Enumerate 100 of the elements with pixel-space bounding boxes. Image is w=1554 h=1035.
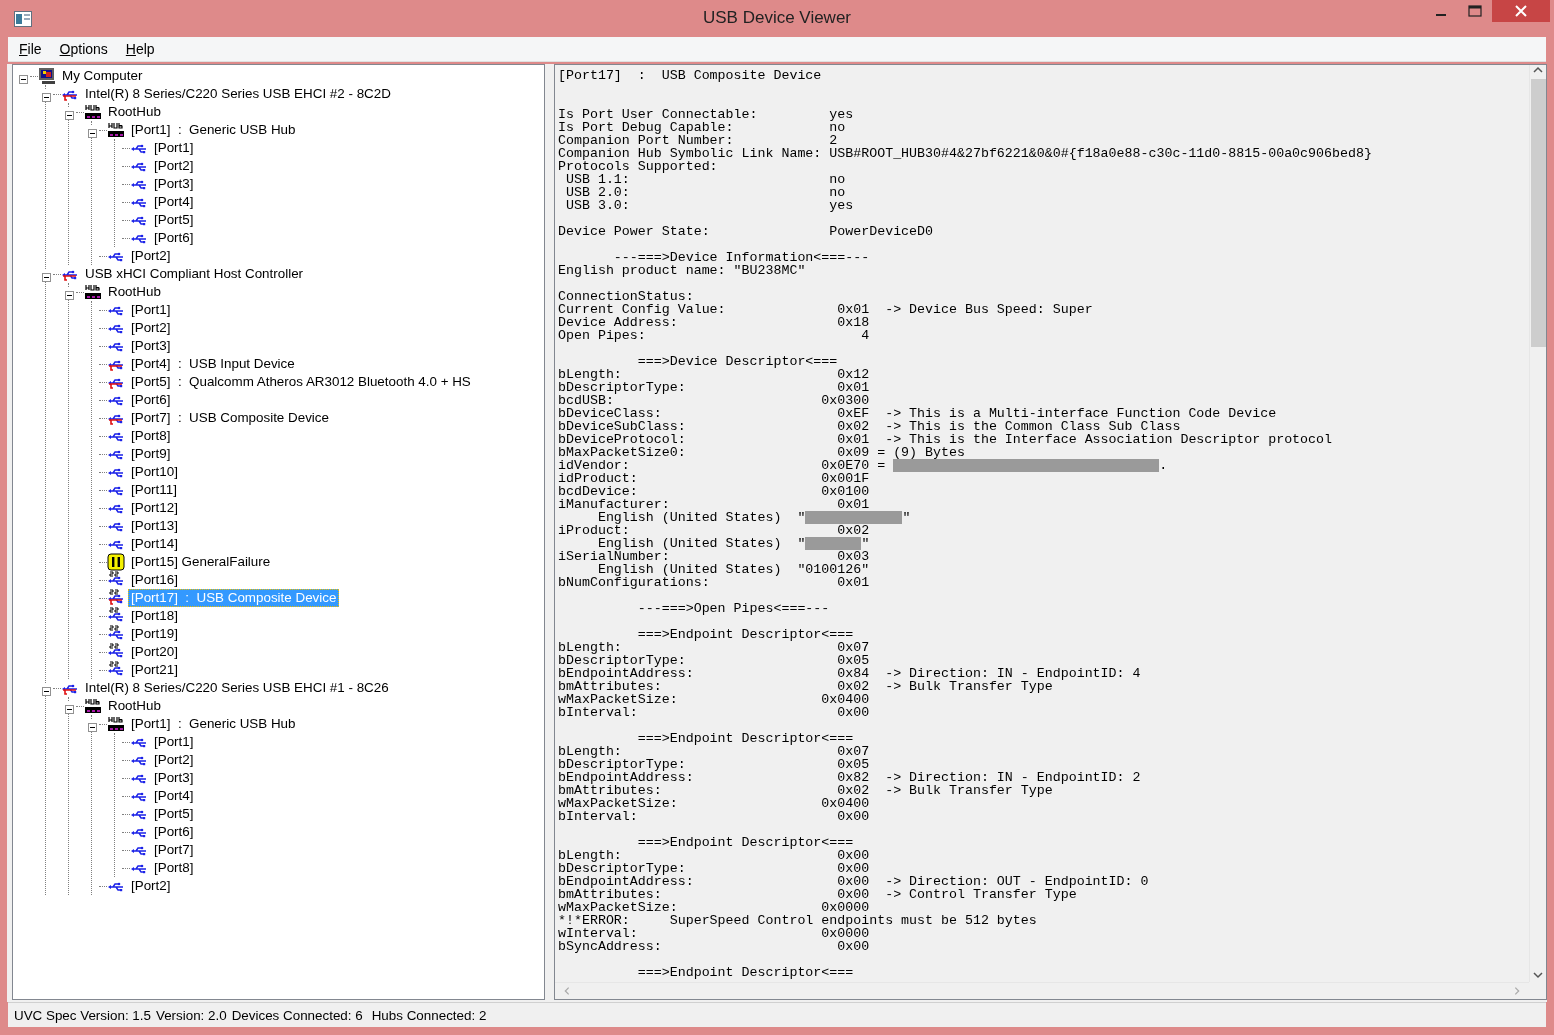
- tree-item[interactable]: [Port7] : USB Composite Device: [128, 409, 332, 427]
- report-line: iProduct: 0x02: [558, 524, 871, 537]
- report-line: English (United States) "0100126": [597, 563, 871, 576]
- tree-item[interactable]: [Port4]: [151, 787, 197, 805]
- collapse-button[interactable]: [64, 701, 74, 711]
- tree-item[interactable]: [Port19]: [128, 625, 181, 643]
- report-line: bLength: 0x00: [558, 849, 871, 862]
- tree-item[interactable]: [Port1]: [151, 139, 197, 157]
- tree-item[interactable]: [Port6]: [151, 823, 197, 841]
- tree-item[interactable]: [Port6]: [151, 229, 197, 247]
- close-button[interactable]: [1492, 0, 1550, 22]
- report-line: Protocols Supported:: [558, 160, 718, 173]
- tree-item[interactable]: RootHub: [105, 103, 164, 121]
- collapse-button[interactable]: [41, 269, 51, 279]
- tree-item[interactable]: [Port4]: [151, 193, 197, 211]
- tree-item[interactable]: [Port3]: [128, 337, 174, 355]
- collapse-button[interactable]: [87, 125, 97, 135]
- report-line: English (United States) " ": [597, 511, 912, 524]
- tree-item[interactable]: [Port2]: [128, 319, 174, 337]
- report-line: bDescriptorType: 0x01: [558, 381, 871, 394]
- status-text: Version: 2.0: [155, 1007, 227, 1023]
- tree-item[interactable]: RootHub: [105, 697, 164, 715]
- hub-icon: [107, 715, 125, 733]
- tree-item[interactable]: [Port5]: [151, 805, 197, 823]
- tree-item[interactable]: [Port14]: [128, 535, 181, 553]
- tree-item[interactable]: [Port3]: [151, 769, 197, 787]
- tree-item[interactable]: [Port11]: [128, 481, 180, 499]
- tree-item[interactable]: USB xHCI Compliant Host Controller: [82, 265, 307, 283]
- report-line: bEndpointAddress: 0x84 -> Direction: IN - EndpointID: 4: [558, 667, 1142, 680]
- vertical-scrollbar[interactable]: [1529, 65, 1546, 982]
- tree-item[interactable]: [Port12]: [128, 499, 181, 517]
- tree-item[interactable]: [Port1] : Generic USB Hub: [128, 121, 299, 139]
- tree-item[interactable]: [Port10]: [128, 463, 181, 481]
- report-line: bInterval: 0x00: [558, 810, 871, 823]
- report-line: bDescriptorType: 0x05: [558, 758, 871, 771]
- tree-item[interactable]: [Port9]: [128, 445, 174, 463]
- tree-item[interactable]: [Port4] : USB Input Device: [128, 355, 298, 373]
- report-line: Device Address: 0x18: [558, 316, 871, 329]
- tree-item[interactable]: [Port2]: [128, 247, 174, 265]
- report-line: bcdUSB: 0x0300: [558, 394, 871, 407]
- tree-item[interactable]: [Port20]: [128, 643, 181, 661]
- tree-item[interactable]: [Port1]: [128, 301, 174, 319]
- collapse-button[interactable]: [41, 683, 51, 693]
- report-line: bEndpointAddress: 0x00 -> Direction: OUT - EndpointID: 0: [558, 875, 1150, 888]
- app-icon: [14, 10, 32, 27]
- report-line: English (United States) " ": [597, 537, 871, 550]
- report-line: USB 2.0: no: [564, 186, 847, 199]
- report-line: English product name: "BU238MC": [558, 264, 807, 277]
- tree-item[interactable]: [Port8]: [128, 427, 174, 445]
- tree-item[interactable]: [Port18]: [128, 607, 181, 625]
- report-line: Companion Hub Symbolic Link Name: USB#ROOT_HUB30#4&27bf6221&0&0#{f18a0e88-c30c-11d0-8815-00a0c906bed8}: [558, 147, 1373, 160]
- report-line: wMaxPacketSize: 0x0000: [558, 901, 871, 914]
- close-icon: [1515, 5, 1527, 17]
- report-line: bSyncAddress: 0x00: [558, 940, 871, 953]
- report-line: bLength: 0x12: [558, 368, 871, 381]
- report-line: USB 3.0: yes: [564, 199, 855, 212]
- tree-item[interactable]: [Port7]: [151, 841, 197, 859]
- report-line: Current Config Value: 0x01 -> Device Bus Speed: Super: [558, 303, 1094, 316]
- tree-item[interactable]: [Port5] : Qualcomm Atheros AR3012 Bluetooth 4.0 + HS: [128, 373, 474, 391]
- hub-icon: [84, 103, 102, 121]
- tree-item[interactable]: [Port5]: [151, 211, 197, 229]
- tree-item[interactable]: [Port16]: [128, 571, 181, 589]
- tree-item[interactable]: Intel(R) 8 Series/C220 Series USB EHCI #2 - 8C2D: [82, 85, 394, 103]
- collapse-button[interactable]: [64, 287, 74, 297]
- collapse-button[interactable]: [87, 719, 97, 729]
- tree-item[interactable]: Intel(R) 8 Series/C220 Series USB EHCI #1 - 8C26: [82, 679, 392, 697]
- collapse-button[interactable]: [64, 107, 74, 117]
- tree-item[interactable]: RootHub: [105, 283, 164, 301]
- report-line: bDeviceClass: 0xEF -> This is a Multi-interface Function Code Device: [558, 407, 1278, 420]
- report-line: Open Pipes: 4: [558, 329, 871, 342]
- scroll-up-icon[interactable]: [1532, 65, 1544, 75]
- tree-item[interactable]: [Port6]: [128, 391, 174, 409]
- tree-item[interactable]: [Port2]: [128, 877, 174, 895]
- tree-item[interactable]: [Port13]: [128, 517, 181, 535]
- report-line: bDeviceProtocol: 0x01 -> This is the Interface Association Descriptor protocol: [558, 433, 1333, 446]
- maximize-icon: [1468, 5, 1482, 17]
- tree-item[interactable]: [Port1] : Generic USB Hub: [128, 715, 299, 733]
- tree-item[interactable]: [Port2]: [151, 157, 197, 175]
- report-line: bDescriptorType: 0x00: [558, 862, 871, 875]
- collapse-button[interactable]: [41, 89, 51, 99]
- scrollbar-thumb[interactable]: [1530, 79, 1546, 347]
- report-line: wInterval: 0x0000: [558, 927, 870, 940]
- tree-item[interactable]: [Port21]: [128, 661, 181, 679]
- menu-item[interactable]: Options: [48, 41, 115, 57]
- warning-icon: [107, 553, 125, 571]
- report-line: idVendor: 0x0E70 = .: [558, 459, 1169, 472]
- menu-item[interactable]: File: [8, 41, 49, 57]
- tree-item[interactable]: [Port15] GeneralFailure: [128, 553, 274, 571]
- report-line: bInterval: 0x00: [558, 706, 871, 719]
- tree-item[interactable]: [Port1]: [151, 733, 197, 751]
- tree-item[interactable]: [Port3]: [151, 175, 197, 193]
- tree-item[interactable]: [Port8]: [151, 859, 197, 877]
- menu-item[interactable]: Help: [114, 41, 162, 57]
- report-line: Is Port Debug Capable: no: [558, 121, 846, 134]
- report-line: bDeviceSubClass: 0x02 -> This is the Common Class Sub Class: [558, 420, 1182, 433]
- scroll-down-icon[interactable]: [1532, 970, 1544, 980]
- minimize-icon: [1436, 14, 1446, 16]
- tree-item[interactable]: [Port2]: [151, 751, 197, 769]
- tree-item[interactable]: My Computer: [59, 67, 146, 85]
- status-text: Hubs Connected: 2: [371, 1007, 487, 1023]
